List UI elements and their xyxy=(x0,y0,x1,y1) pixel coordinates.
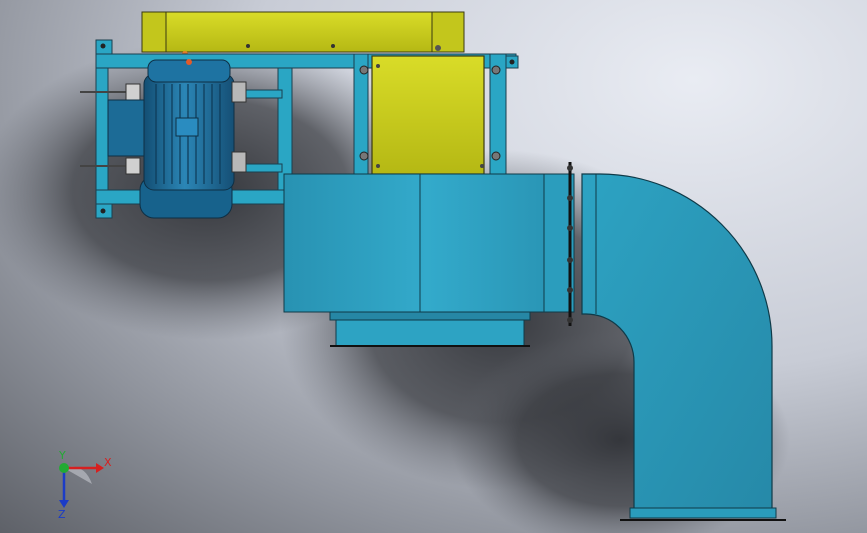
blower-housing[interactable] xyxy=(283,173,575,313)
inlet-cone[interactable] xyxy=(329,311,531,347)
y-axis-dot xyxy=(59,463,69,473)
y-axis-label: Y xyxy=(58,449,66,462)
model-canvas[interactable]: X Y Z xyxy=(0,0,867,533)
x-axis-label: X xyxy=(104,456,112,469)
z-axis-label: Z xyxy=(58,508,66,521)
axis-triad: X Y Z xyxy=(58,449,112,521)
drive-guard-box[interactable] xyxy=(359,55,501,175)
belt-guard-top[interactable] xyxy=(141,11,465,57)
graphics-viewport[interactable]: X Y Z xyxy=(0,0,867,533)
